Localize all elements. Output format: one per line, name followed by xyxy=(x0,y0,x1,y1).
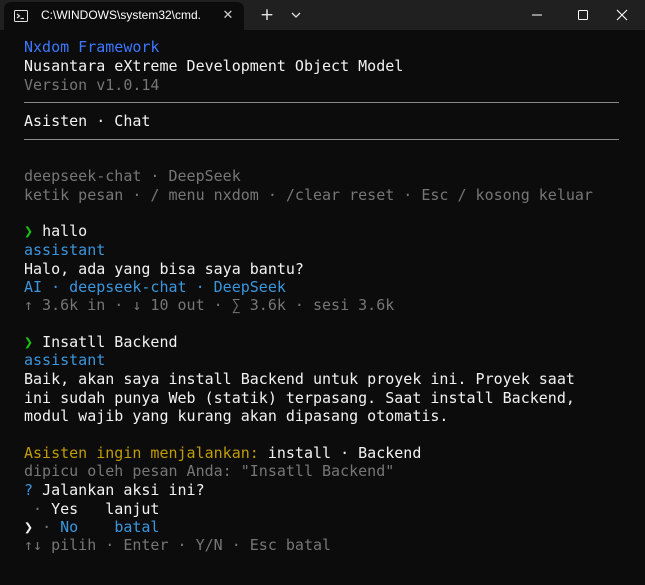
option-no[interactable]: ❯ · No batal xyxy=(24,518,159,537)
user-message: hallo xyxy=(42,222,88,240)
user-prompt-line: ❯ Insatll Backend xyxy=(24,333,178,352)
reply-meta: AI · deepseek-chat · DeepSeek xyxy=(24,278,286,296)
question-mark-icon: ? xyxy=(24,481,34,499)
mode-title: Asisten · Chat xyxy=(24,112,151,130)
version-label: Version v1.0.14 xyxy=(24,76,160,94)
terminal-window: C:\WINDOWS\system32\cmd. ✕ + Nxdom Frame… xyxy=(0,0,645,585)
assistant-role-label: assistant xyxy=(24,241,106,259)
header-divider-bottom xyxy=(24,139,619,140)
action-request-line: Asisten ingin menjalankan: install · Bac… xyxy=(24,444,421,463)
user-message: Insatll Backend xyxy=(42,333,178,351)
assistant-role-label: assistant xyxy=(24,351,106,369)
tab-title: C:\WINDOWS\system32\cmd. xyxy=(41,8,202,22)
option-no-desc: batal xyxy=(114,518,160,536)
chevron-down-icon[interactable] xyxy=(286,5,306,25)
header-divider-top xyxy=(24,102,619,103)
assistant-reply-line: modul wajib yang kurang akan dipasang ot… xyxy=(24,407,449,425)
framework-name: Nxdom Framework xyxy=(24,38,160,56)
key-hint: ↑↓ pilih · Enter · Y/N · Esc batal xyxy=(24,536,332,554)
new-tab-button[interactable]: + xyxy=(256,4,278,26)
action-label: Asisten ingin menjalankan: xyxy=(24,444,259,462)
token-stats: ↑ 3.6k in · ↓ 10 out · ∑ 3.6k · sesi 3.6… xyxy=(24,296,395,314)
terminal-icon xyxy=(14,10,28,22)
assistant-reply: Halo, ada yang bisa saya bantu? xyxy=(24,260,304,278)
action-trigger: dipicu oleh pesan Anda: "Insatll Backend… xyxy=(24,462,395,480)
confirm-question: Jalankan aksi ini? xyxy=(42,481,205,499)
maximize-icon xyxy=(578,10,588,20)
close-icon xyxy=(616,9,628,21)
user-prompt-line: ❯ hallo xyxy=(24,222,87,241)
assistant-reply-line: Baik, akan saya install Backend untuk pr… xyxy=(24,370,575,388)
close-tab-icon[interactable]: ✕ xyxy=(219,7,237,25)
prompt-chevron-icon: ❯ xyxy=(24,333,34,351)
selection-chevron-icon: ❯ xyxy=(24,518,34,536)
option-yes-desc: lanjut xyxy=(105,500,160,518)
terminal-tab[interactable]: C:\WINDOWS\system32\cmd. ✕ xyxy=(4,2,244,30)
title-bar: C:\WINDOWS\system32\cmd. ✕ + xyxy=(0,0,645,30)
minimize-button[interactable] xyxy=(514,0,560,30)
option-no-label: No xyxy=(60,518,79,536)
action-command: install · Backend xyxy=(267,444,422,462)
terminal-output[interactable]: Nxdom Framework Nusantara eXtreme Develo… xyxy=(0,30,645,585)
close-window-button[interactable] xyxy=(599,0,645,30)
framework-subtitle: Nusantara eXtreme Development Object Mod… xyxy=(24,57,404,75)
option-yes-label: Yes xyxy=(51,500,79,518)
minimize-icon xyxy=(532,14,542,16)
bullet-icon: · xyxy=(33,500,43,518)
prompt-chevron-icon: ❯ xyxy=(24,222,34,240)
model-info: deepseek-chat · DeepSeek xyxy=(24,167,241,185)
option-yes[interactable]: · Yes lanjut xyxy=(24,500,159,519)
confirm-question-line: ? Jalankan aksi ini? xyxy=(24,481,205,500)
bullet-icon: · xyxy=(42,518,52,536)
help-hint: ketik pesan · / menu nxdom · /clear rese… xyxy=(24,186,593,204)
assistant-reply-line: ini sudah punya Web (statik) terpasang. … xyxy=(24,389,575,407)
